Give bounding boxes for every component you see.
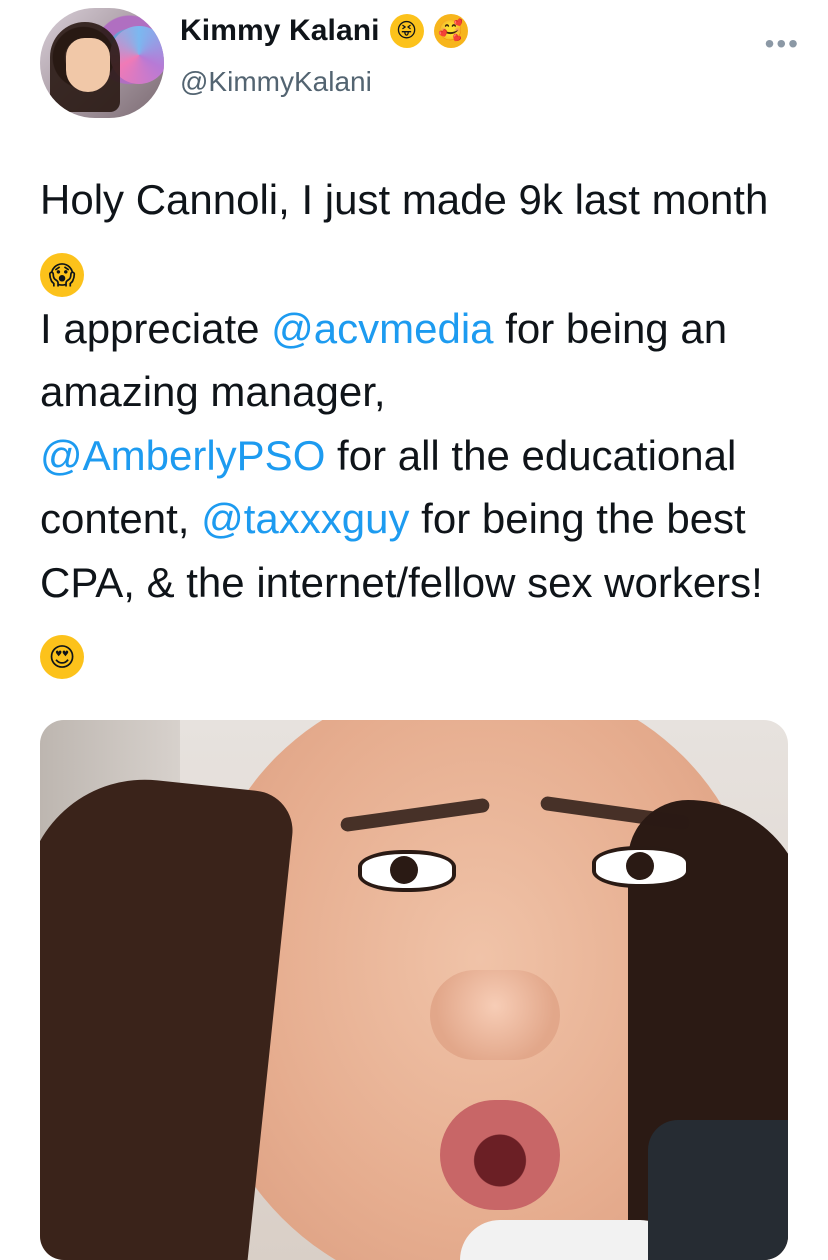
media-cushion xyxy=(648,1120,788,1260)
tweet-header: Kimmy Kalani 😝 🥰 @KimmyKalani ••• xyxy=(40,8,800,120)
author-avatar[interactable] xyxy=(40,8,164,118)
tweet-media-video[interactable] xyxy=(40,720,788,1260)
media-right-pupil xyxy=(626,852,654,880)
media-mouth xyxy=(440,1100,560,1210)
media-left-pupil xyxy=(390,856,418,884)
mention-taxxxguy-link[interactable]: @taxxxguy xyxy=(201,495,409,542)
author-display-name[interactable]: Kimmy Kalani xyxy=(180,14,380,48)
author-name-row[interactable]: Kimmy Kalani 😝 🥰 xyxy=(180,14,468,48)
tweet-text: Holy Cannoli, I just made 9k last month … xyxy=(40,168,780,679)
avatar-face xyxy=(66,38,110,92)
squinting-tongue-face-emoji: 😝 xyxy=(389,14,424,48)
media-nose xyxy=(430,970,560,1060)
face-screaming-emoji: 😱 xyxy=(40,252,84,297)
mention-amberlypso-link[interactable]: @AmberlyPSO xyxy=(40,432,325,479)
smiling-face-with-hearts-emoji: 🥰 xyxy=(433,14,468,48)
media-shirt xyxy=(460,1220,680,1260)
tweet-text-appreciate: I appreciate xyxy=(40,304,272,352)
heart-eyes-emoji: 😍 xyxy=(40,635,84,679)
author-handle[interactable]: @KimmyKalani xyxy=(180,66,372,98)
more-options-icon[interactable]: ••• xyxy=(765,28,800,60)
mention-acvmedia-link[interactable]: @acvmedia xyxy=(271,305,493,352)
tweet-line-1: Holy Cannoli, I just made 9k last month xyxy=(40,176,769,223)
